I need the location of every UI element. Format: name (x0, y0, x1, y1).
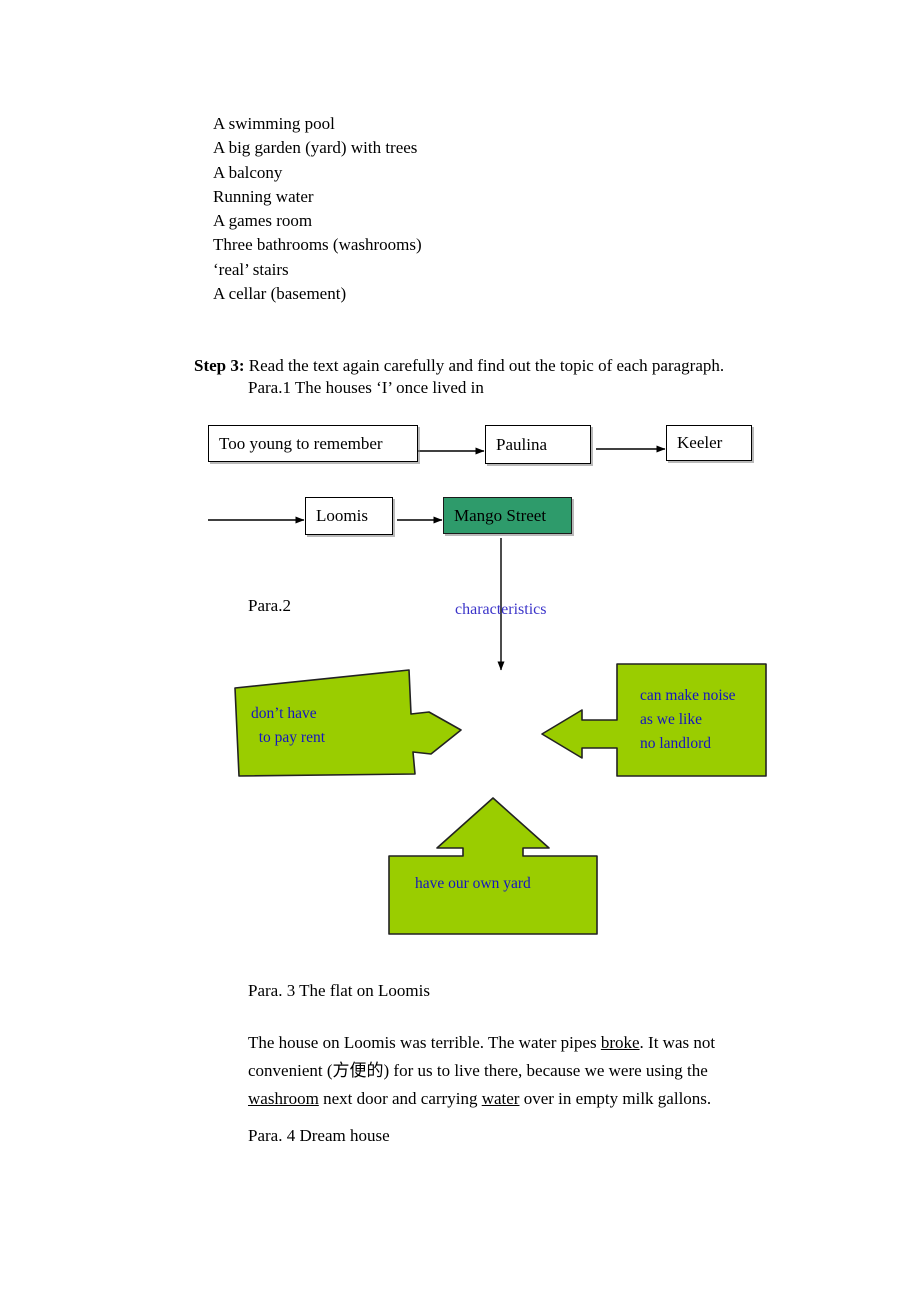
para3-title: Para. 3 The flat on Loomis (248, 981, 430, 1000)
flow-node-label: Too young to remember (219, 433, 383, 453)
callout-line: don’t have (251, 705, 317, 722)
list-item: Three bathrooms (washrooms) (213, 235, 422, 255)
up-arrow-shape-icon (388, 797, 598, 935)
flow-node-label: Loomis (316, 506, 368, 525)
para3-body-text: The house on Loomis was terrible. The wa… (248, 1029, 772, 1113)
characteristics-label: characteristics (455, 601, 547, 618)
underlined-word: water (481, 1089, 520, 1108)
para2-label: Para.2 (248, 596, 291, 615)
list-item: ‘real’ stairs (213, 259, 289, 279)
callout-line: as we like (640, 711, 702, 728)
callout-have-our-own-yard: have our own yard (383, 790, 605, 940)
callout-line: have our own yard (415, 875, 531, 892)
step3-instruction: Read the text again carefully and find o… (244, 356, 725, 375)
callout-line: can make noise (640, 687, 736, 704)
flow-node-keeler: Keeler (666, 425, 752, 461)
document-page: A swimming pool A big garden (yard) with… (0, 0, 920, 1302)
list-item: A cellar (basement) (213, 284, 347, 304)
flow-node-mango-street: Mango Street (443, 497, 572, 534)
callout-line: no landlord (640, 735, 712, 752)
flow-node-label: Paulina (496, 434, 547, 454)
flow-node-loomis: Loomis (305, 497, 393, 535)
dream-house-feature-list: A swimming pool A big garden (yard) with… (213, 112, 422, 306)
underlined-word: washroom (248, 1089, 319, 1108)
list-item: A big garden (yard) with trees (213, 138, 418, 158)
flow-node-too-young-to-remember: Too young to remember (208, 425, 418, 462)
underlined-word: broke (600, 1033, 640, 1052)
callout-can-make-noise: can make noise as we like no landlord (536, 658, 772, 782)
flow-node-label: Keeler (677, 433, 723, 452)
text-segment: next door and carrying (318, 1089, 482, 1108)
list-item: A swimming pool (213, 114, 335, 133)
callout-text: can make noise as we like no landlord (640, 684, 736, 756)
list-item: A balcony (213, 162, 283, 182)
list-item: Running water (213, 186, 314, 206)
para1-topic: Para.1 The houses ‘I’ once lived in (248, 378, 484, 397)
text-segment: over in empty milk gallons. (519, 1089, 712, 1108)
text-segment: The house on Loomis was terrible. The wa… (248, 1033, 601, 1052)
step3-label: Step 3: (194, 356, 245, 375)
callout-line: to pay rent (251, 729, 326, 746)
para4-title: Para. 4 Dream house (248, 1126, 390, 1145)
flow-node-paulina: Paulina (485, 425, 591, 464)
callout-text: have our own yard (415, 872, 531, 896)
callout-text: don’t have to pay rent (251, 702, 325, 750)
step3-heading: Step 3: Read the text again carefully an… (194, 354, 724, 378)
list-item: A games room (213, 211, 313, 231)
callout-dont-have-to-pay-rent: don’t have to pay rent (233, 668, 469, 782)
flow-node-label: Mango Street (454, 505, 547, 525)
